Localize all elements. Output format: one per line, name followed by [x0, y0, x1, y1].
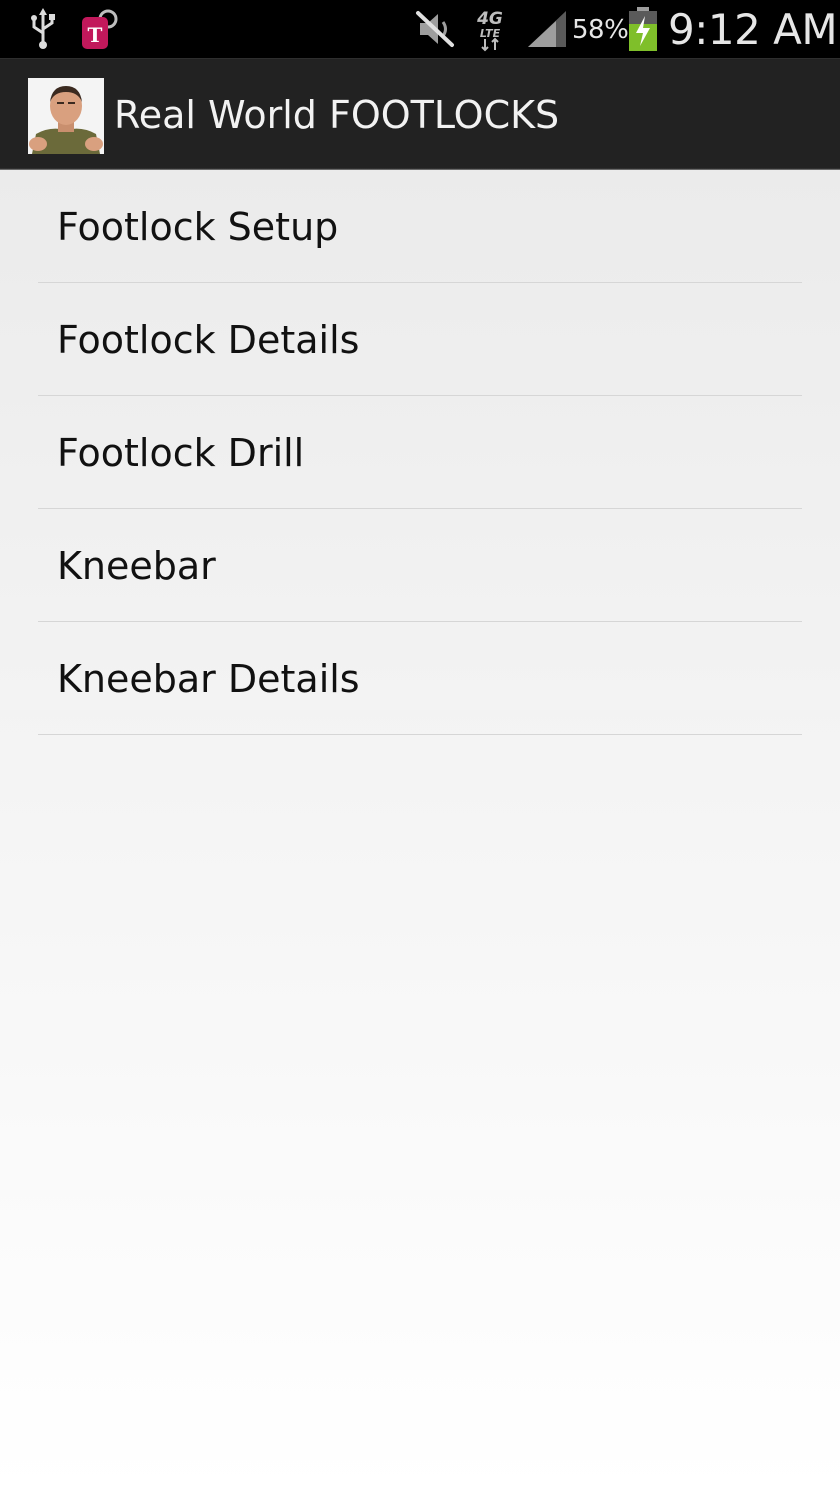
app-title: Real World FOOTLOCKS — [114, 93, 560, 137]
menu-item-label: Footlock Setup — [57, 205, 339, 249]
menu-item-label: Footlock Details — [57, 318, 360, 362]
menu-item-label: Kneebar — [57, 544, 216, 588]
menu-item-footlock-drill[interactable]: Footlock Drill — [38, 396, 802, 509]
app-icon[interactable] — [28, 78, 104, 154]
menu-list: Footlock Setup Footlock Details Footlock… — [38, 170, 802, 735]
menu-item-footlock-details[interactable]: Footlock Details — [38, 283, 802, 396]
menu-item-kneebar[interactable]: Kneebar — [38, 509, 802, 622]
lte-icon: 4G LTE — [472, 6, 510, 52]
usb-icon — [26, 6, 60, 52]
carrier-letter: T — [88, 23, 103, 47]
menu-item-label: Footlock Drill — [57, 431, 305, 475]
menu-item-kneebar-details[interactable]: Kneebar Details — [38, 622, 802, 735]
svg-text:4G: 4G — [476, 9, 503, 29]
menu-item-footlock-setup[interactable]: Footlock Setup — [38, 170, 802, 283]
clock: 9:12 AM — [668, 5, 838, 54]
mute-icon — [414, 6, 456, 52]
content-area: Footlock Setup Footlock Details Footlock… — [0, 170, 840, 1493]
action-bar: Real World FOOTLOCKS — [0, 58, 840, 168]
status-bar: T 4G LTE 58% 9:12 AM — [0, 0, 840, 58]
menu-item-label: Kneebar Details — [57, 657, 360, 701]
tmobile-icon: T — [78, 6, 122, 52]
svg-text:LTE: LTE — [480, 27, 501, 40]
signal-icon — [526, 6, 568, 52]
battery-charging-icon — [626, 6, 660, 52]
battery-percent: 58% — [572, 15, 629, 45]
